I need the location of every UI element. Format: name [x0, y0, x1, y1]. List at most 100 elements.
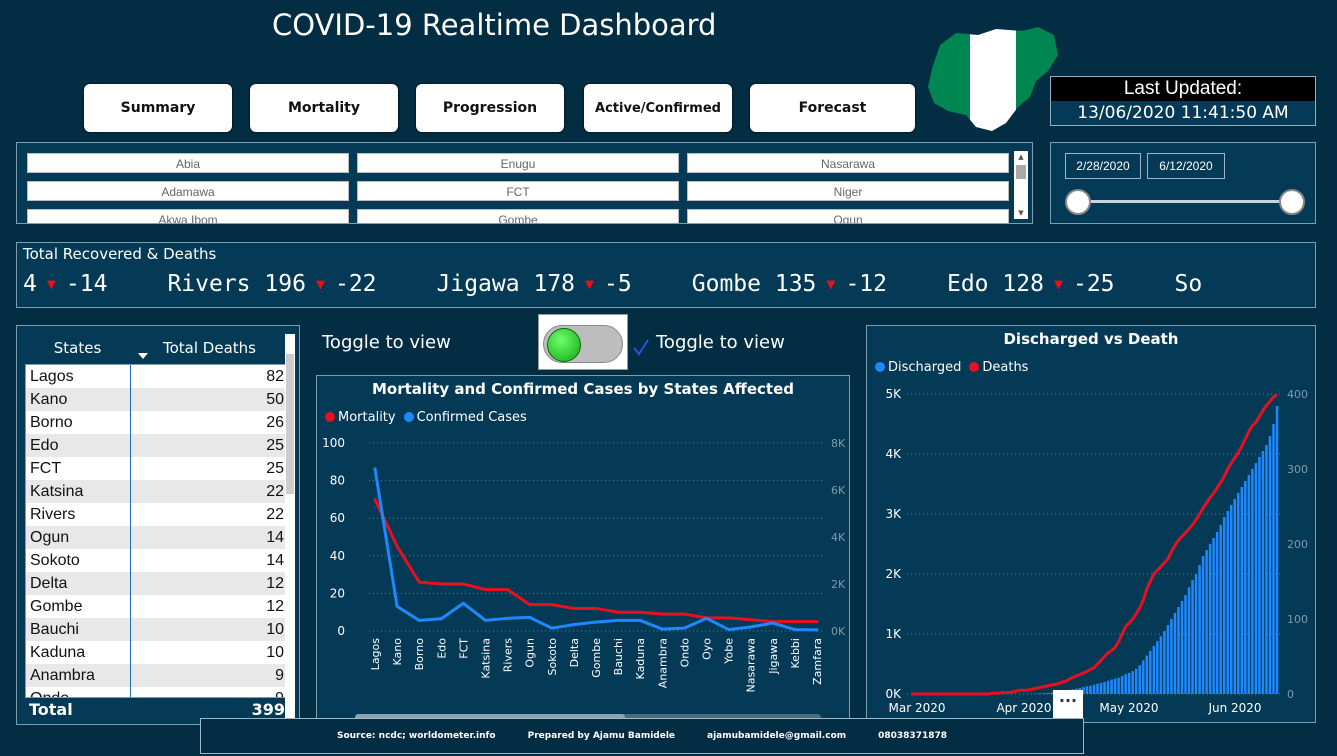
discharged-bar[interactable]	[1120, 676, 1124, 694]
sort-descending-icon[interactable]	[137, 352, 149, 360]
discharged-bar[interactable]	[1156, 641, 1159, 694]
discharged-bar[interactable]	[1275, 406, 1279, 694]
discharged-bar[interactable]	[1103, 682, 1106, 694]
scroll-thumb[interactable]	[1016, 165, 1026, 179]
slicer-item[interactable]: Akwa Ibom	[27, 209, 349, 223]
discharged-bar[interactable]	[1085, 686, 1089, 694]
data-point[interactable]	[727, 616, 731, 620]
discharged-bar[interactable]	[1127, 673, 1131, 694]
data-point[interactable]	[793, 628, 797, 632]
mortality-button[interactable]: Mortality	[250, 84, 398, 132]
discharged-bar[interactable]	[1145, 655, 1149, 694]
data-point[interactable]	[550, 603, 554, 607]
discharged-bar[interactable]	[1110, 679, 1113, 694]
table-row[interactable]: Rivers 22	[26, 503, 288, 526]
date-slider-track[interactable]	[1079, 200, 1293, 203]
discharged-bar[interactable]	[1251, 469, 1254, 694]
chart-toggle-switch[interactable]	[538, 314, 628, 370]
mortality-chart-plot[interactable]: 0 20 40 60 80 100 0K 2K 4K 6K 8K Lagos Kano Borno Edo F…	[317, 376, 851, 724]
data-point[interactable]	[550, 626, 554, 630]
data-point[interactable]	[461, 582, 465, 586]
forecast-button[interactable]: Forecast	[750, 84, 915, 132]
discharged-bar[interactable]	[1106, 680, 1110, 694]
discharged-bar[interactable]	[1170, 619, 1173, 694]
start-date-input[interactable]: 2/28/2020	[1065, 153, 1141, 179]
discharged-bar[interactable]	[1159, 636, 1163, 694]
table-row[interactable]: Sokoto 14	[26, 549, 288, 572]
discharged-chart-plot[interactable]: 0K 1K 2K 3K 4K 5K 0 100 200 300 400 Mar 2020 Apr 202…	[867, 326, 1317, 724]
data-point[interactable]	[528, 603, 532, 607]
data-point[interactable]	[815, 620, 819, 624]
data-point[interactable]	[395, 604, 399, 608]
data-point[interactable]	[506, 616, 510, 620]
footer-email[interactable]: ajamubamidele@gmail.com	[707, 731, 846, 741]
data-point[interactable]	[484, 618, 487, 622]
table-row[interactable]: Kano 50	[26, 388, 288, 411]
discharged-bar[interactable]	[1184, 595, 1187, 694]
slicer-scrollbar[interactable]: ▲ ▼	[1014, 151, 1028, 219]
discharged-bar[interactable]	[1230, 505, 1233, 694]
data-point[interactable]	[506, 588, 510, 592]
data-point[interactable]	[373, 497, 377, 501]
discharged-bar[interactable]	[1138, 665, 1141, 694]
discharged-bar[interactable]	[1134, 668, 1138, 694]
slicer-item[interactable]: Gombe	[357, 209, 679, 223]
data-point[interactable]	[395, 544, 399, 548]
data-point[interactable]	[793, 620, 797, 624]
discharged-bar[interactable]	[1177, 607, 1180, 694]
slicer-item[interactable]: Adamawa	[27, 181, 349, 201]
data-point[interactable]	[727, 628, 731, 632]
discharged-bar[interactable]	[1149, 650, 1152, 694]
discharged-bar[interactable]	[1244, 481, 1247, 694]
scroll-up-icon[interactable]: ▲	[1014, 151, 1028, 163]
data-point[interactable]	[594, 620, 598, 624]
scroll-down-icon[interactable]: ▼	[1014, 207, 1028, 219]
data-point[interactable]	[771, 621, 775, 625]
slicer-item[interactable]: FCT	[357, 181, 679, 201]
discharged-bar[interactable]	[1043, 693, 1046, 694]
discharged-bar[interactable]	[1194, 574, 1198, 694]
data-point[interactable]	[572, 606, 576, 610]
data-point[interactable]	[660, 612, 664, 616]
table-row[interactable]: Borno 26	[26, 411, 288, 434]
data-point[interactable]	[815, 628, 819, 632]
table-row[interactable]: Gombe 12	[26, 595, 288, 618]
discharged-bar[interactable]	[1117, 677, 1120, 694]
data-point[interactable]	[373, 467, 377, 471]
discharged-bar[interactable]	[1187, 587, 1191, 694]
toggle-knob[interactable]	[547, 328, 581, 362]
table-row[interactable]: Anambra 9	[26, 664, 288, 687]
discharged-bar[interactable]	[1212, 538, 1215, 694]
discharged-bar[interactable]	[1152, 646, 1156, 694]
discharged-bar[interactable]	[1163, 631, 1166, 694]
table-row[interactable]: FCT 25	[26, 457, 288, 480]
slicer-item[interactable]: Niger	[687, 181, 1009, 201]
data-point[interactable]	[528, 615, 532, 619]
data-point[interactable]	[616, 610, 620, 614]
discharged-bar[interactable]	[1113, 678, 1117, 694]
discharged-bar[interactable]	[1096, 683, 1099, 694]
discharged-bar[interactable]	[1261, 451, 1265, 694]
table-row[interactable]: Delta 12	[26, 572, 288, 595]
table-row[interactable]: Katsina 22	[26, 480, 288, 503]
date-slider-start-handle[interactable]	[1065, 189, 1091, 215]
discharged-bar[interactable]	[1222, 517, 1226, 694]
discharged-bar[interactable]	[1265, 445, 1268, 694]
column-header-states[interactable]: States	[25, 332, 130, 364]
discharged-bar[interactable]	[1258, 457, 1261, 694]
toggle-track[interactable]	[543, 325, 623, 363]
table-row[interactable]: Bauchi 10	[26, 618, 288, 641]
discharged-bar[interactable]	[1092, 684, 1096, 694]
data-point[interactable]	[660, 627, 664, 631]
data-point[interactable]	[439, 617, 443, 621]
discharged-bar[interactable]	[1205, 550, 1208, 694]
data-point[interactable]	[572, 623, 576, 627]
scroll-thumb[interactable]	[286, 354, 294, 494]
discharged-bar[interactable]	[1201, 556, 1205, 694]
table-row[interactable]: Lagos 82	[26, 365, 288, 388]
discharged-bar[interactable]	[1247, 475, 1251, 694]
discharged-bar[interactable]	[1166, 625, 1170, 694]
discharged-bar[interactable]	[1099, 682, 1103, 694]
discharged-bar[interactable]	[1191, 580, 1194, 694]
data-point[interactable]	[705, 616, 708, 620]
